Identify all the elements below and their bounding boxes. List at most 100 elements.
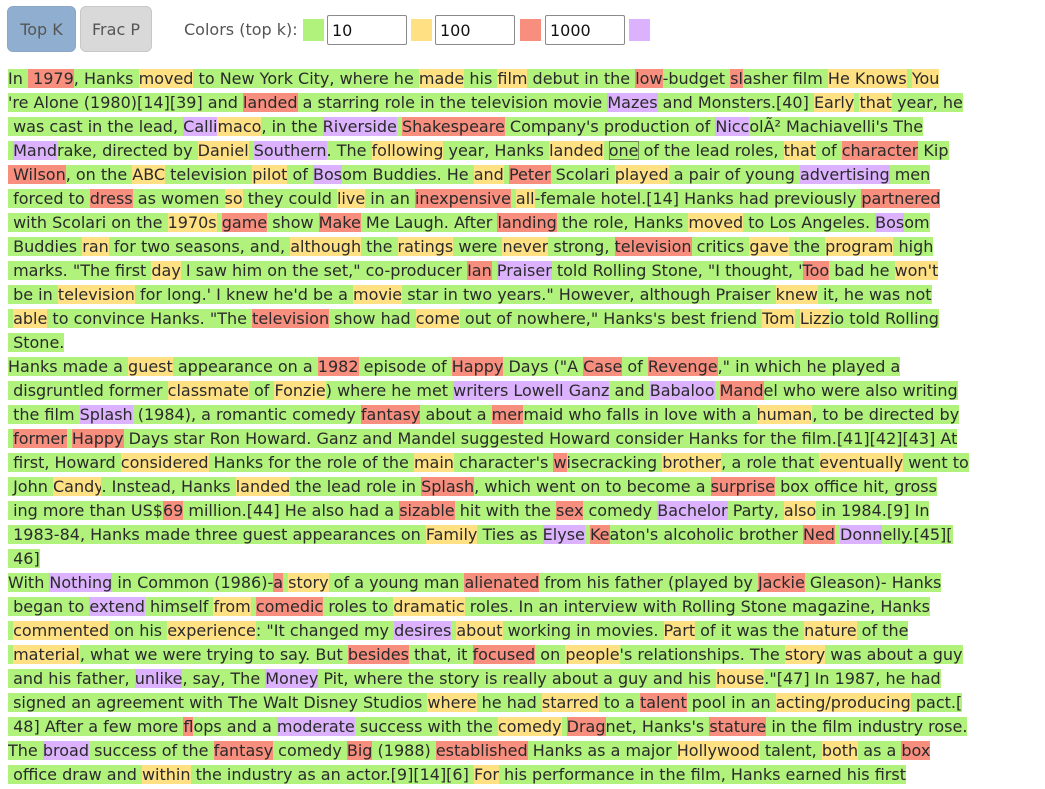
token-segment: so (224, 189, 243, 208)
token-segment: aton's alcoholic brother (609, 525, 803, 544)
token-segment: roles to (323, 597, 394, 616)
top-k-threshold-1-input[interactable] (327, 15, 407, 45)
token-segment: also (783, 501, 817, 520)
token-segment: om (904, 213, 930, 232)
token-segment: began to (8, 597, 90, 616)
token-segment: million.[44] He also had a (183, 501, 400, 520)
token-segment: advertising (799, 165, 890, 184)
token-segment: Lizz (799, 309, 830, 328)
token-segment: about a (420, 405, 492, 424)
token-segment: all (515, 189, 535, 208)
token-segment: 're Alone (1980)[14][39] and (8, 93, 243, 112)
token-segment: on his (109, 621, 168, 640)
token-segment: Peter (508, 165, 551, 184)
token-segment: desires (394, 621, 452, 640)
token-segment: om Buddies. He (342, 165, 474, 184)
token-segment: . Instead, Hanks (101, 477, 236, 496)
top-k-threshold-2-input[interactable] (435, 15, 515, 45)
token-segment: of it was the (695, 621, 805, 640)
token-segment: Splash (79, 405, 133, 424)
token-segment: ."[47] In 1987, he had (764, 669, 941, 688)
token-segment: pool in an (686, 693, 776, 712)
token-segment: You (911, 69, 940, 88)
token-segment: 1982 (317, 357, 359, 376)
text-line: ing more than US$69 million.[44] He also… (8, 499, 930, 523)
token-segment: moved (688, 213, 744, 232)
token-segment: appearance on a (172, 357, 318, 376)
token-segment: Family (425, 525, 478, 544)
token-segment: game (221, 213, 268, 232)
token-segment: 48] After a few more (8, 717, 184, 736)
token-segment: to convince Hanks. "The (47, 309, 253, 328)
token-segment: considered (120, 453, 209, 472)
token-segment: mer (491, 405, 524, 424)
token-segment (603, 141, 609, 160)
token-segment (216, 213, 222, 232)
token-segment: himself (144, 597, 214, 616)
token-segment: it, he was not (817, 285, 932, 304)
token-segment: with Scolari on the (8, 213, 168, 232)
token-segment: Shakespeare (401, 117, 505, 136)
toolbar: Top K Frac P Colors (top k): (0, 0, 1045, 60)
token-segment: in Common (1986)- (112, 573, 274, 592)
token-segment: alienated (464, 573, 540, 592)
token-segment: that (859, 93, 892, 112)
text-line: Wilson, on the ABC television pilot of B… (8, 163, 931, 187)
token-segment: show had (329, 309, 416, 328)
token-segment: able (13, 309, 48, 328)
token-segment: Ties as (477, 525, 543, 544)
text-line: and his father, unlike, say, The Money P… (8, 667, 941, 691)
token-segment: partnered (861, 189, 941, 208)
token-segment: year, Hanks (443, 141, 550, 160)
token-segment: episode of (358, 357, 452, 376)
token-segment: rake, directed by (57, 141, 198, 160)
top-k-button[interactable]: Top K (7, 6, 76, 52)
token-segment: , in the (261, 117, 323, 136)
token-segment: never (502, 237, 549, 256)
token-segment: program (825, 237, 894, 256)
token-segment: pilot (252, 165, 288, 184)
token-segment: bad he (829, 261, 895, 280)
token-segment: a (273, 573, 284, 592)
token-segment: sl (730, 69, 743, 88)
token-segment: classmate (167, 381, 249, 400)
token-segment: unlike (134, 669, 183, 688)
token-segment: he had (476, 693, 542, 712)
token-segment: pact.[ (910, 693, 963, 712)
token-segment: sex (556, 501, 584, 520)
text-line: The broad success of the fantasy comedy … (8, 739, 931, 763)
text-line: With Nothing in Common (1986)-a story of… (8, 571, 942, 595)
token-segment: Ke (589, 525, 610, 544)
token-segment: Mand (13, 141, 57, 160)
token-segment: Daniel (197, 141, 249, 160)
frac-p-button[interactable]: Frac P (80, 6, 152, 52)
token-segment: -budget (662, 69, 731, 88)
token-segment: fantasy (360, 405, 421, 424)
token-segment: sizable (399, 501, 455, 520)
token-segment: Happy (451, 357, 504, 376)
text-line: In 1979, Hanks moved to New York City, w… (8, 67, 940, 91)
token-segment: dress (89, 189, 133, 208)
text-line: first, Howard considered Hanks for the r… (8, 451, 969, 475)
token-segment: io told Rolling (829, 309, 939, 328)
token-segment: that, it (408, 645, 473, 664)
token-segment: Jackie (757, 573, 805, 592)
token-segment: Gleason)- Hanks (804, 573, 942, 592)
token-segment: Days ("A (503, 357, 584, 376)
text-line: the film Splash (1984), a romantic comed… (8, 403, 960, 427)
token-segment: 1983-84, Hanks made three guest appearan… (8, 525, 426, 544)
top-k-threshold-3-input[interactable] (545, 15, 625, 45)
token-segment: made (418, 69, 465, 88)
token-segment: maid who falls in love with a (523, 405, 757, 424)
token-segment: Wilson (8, 165, 66, 184)
token-segment: high (893, 237, 934, 256)
token-segment: character's (453, 453, 554, 472)
token-segment: for two seasons, and, (108, 237, 291, 256)
token-segment: The (8, 741, 43, 760)
token-segment: and (609, 381, 650, 400)
token-segment: a starring role in the television movie (297, 93, 608, 112)
token-segment: star in two years." However, although Pr… (402, 285, 776, 304)
token-segment: Mand (719, 381, 764, 400)
token-segment: Stone. (8, 333, 65, 352)
token-segment: signed an agreement with The Walt Disney… (8, 693, 428, 712)
